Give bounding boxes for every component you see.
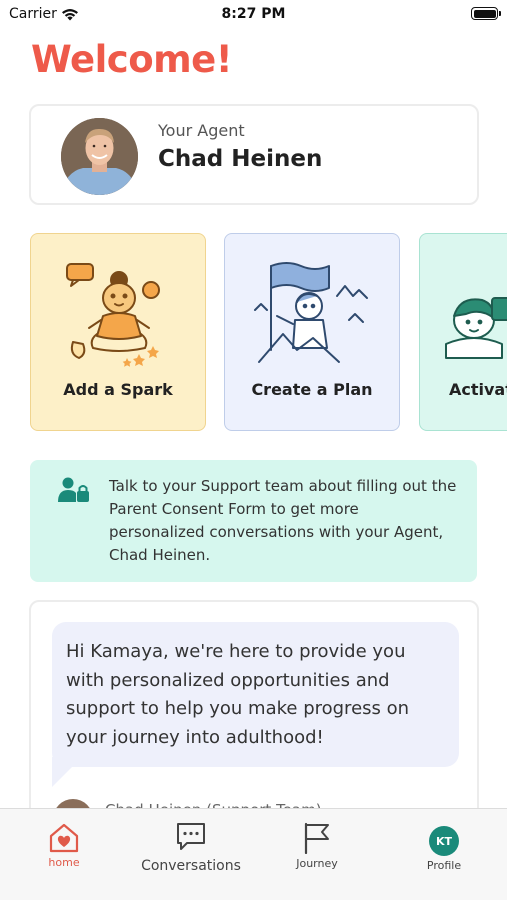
flag-icon	[304, 822, 329, 854]
chat-bubble-icon	[177, 823, 205, 850]
message-card[interactable]: Hi Kamaya, we're here to provide you wit…	[29, 600, 479, 820]
tab-profile-label: Profile	[426, 859, 462, 872]
message-bubble: Hi Kamaya, we're here to provide you wit…	[52, 622, 459, 767]
battery-icon	[471, 7, 501, 20]
tab-journey[interactable]: Journey	[287, 809, 347, 879]
tab-conversations[interactable]: Conversations	[131, 809, 251, 879]
agent-name: Chad Heinen	[158, 146, 323, 172]
tab-profile[interactable]: KT Profile	[414, 809, 474, 879]
tab-journey-label: Journey	[296, 857, 338, 870]
bubble-tail	[52, 757, 82, 787]
add-spark-label: Add a Spark	[63, 380, 173, 399]
profile-avatar: KT	[429, 826, 459, 856]
tab-bar: home Conversations Journey KT Profile	[0, 808, 507, 900]
plan-flag-illustration-icon	[254, 262, 368, 363]
agent-card[interactable]: Your Agent Chad Heinen	[29, 104, 479, 205]
tab-home-label: home	[48, 856, 80, 869]
home-heart-icon	[49, 823, 79, 853]
add-spark-card[interactable]: Add a Spark	[30, 233, 206, 431]
clock: 8:27 PM	[221, 6, 286, 22]
spark-illustration-icon	[66, 263, 160, 367]
create-plan-label: Create a Plan	[251, 380, 373, 399]
battery-level	[473, 9, 496, 18]
agent-avatar	[61, 118, 138, 195]
action-cards-row[interactable]: Add a Spark Create a Plan Activa	[30, 233, 507, 431]
status-bar: Carrier 8:27 PM	[0, 0, 507, 30]
activate-illustration-icon	[445, 297, 507, 359]
create-plan-card[interactable]: Create a Plan	[224, 233, 400, 431]
consent-notice: Talk to your Support team about filling …	[30, 460, 477, 582]
user-lock-icon	[58, 477, 89, 502]
agent-label: Your Agent	[158, 121, 245, 140]
activate-card[interactable]: Activate	[419, 233, 507, 431]
consent-message: Talk to your Support team about filling …	[109, 477, 457, 564]
tab-home[interactable]: home	[38, 809, 90, 879]
activate-label: Activate	[449, 380, 507, 399]
page-title: Welcome!	[31, 38, 233, 81]
tab-conversations-label: Conversations	[141, 858, 241, 874]
